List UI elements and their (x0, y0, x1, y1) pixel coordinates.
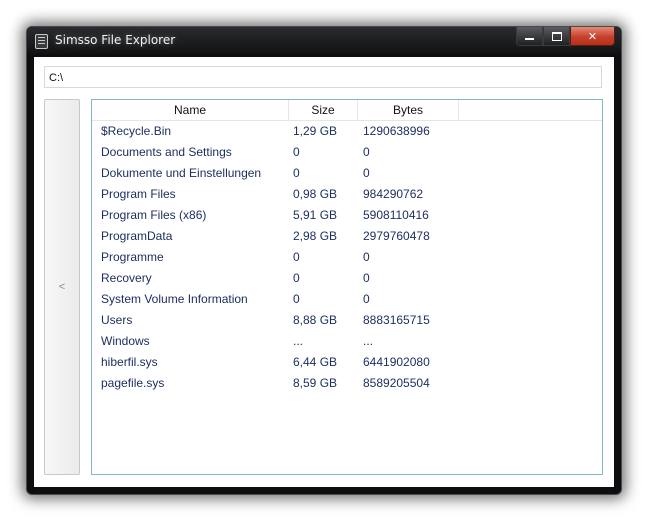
column-header-bytes[interactable]: Bytes (358, 100, 459, 120)
list-item[interactable]: Program Files (x86) 5,91 GB 5908110416 (92, 205, 602, 226)
maximize-icon (551, 31, 562, 41)
list-item[interactable]: Programme 0 0 (92, 247, 602, 268)
file-name: Users (101, 313, 133, 327)
file-size: 0 (293, 166, 300, 180)
file-bytes: 0 (363, 166, 370, 180)
column-header-name[interactable]: Name (92, 100, 289, 120)
file-name: hiberfil.sys (101, 355, 158, 369)
list-item[interactable]: $Recycle.Bin 1,29 GB 1290638996 (92, 121, 602, 142)
app-icon (35, 34, 48, 49)
file-size: ... (293, 334, 304, 348)
list-rows: $Recycle.Bin 1,29 GB 1290638996 Documents a… (92, 121, 602, 394)
list-item[interactable]: ProgramData 2,98 GB 2979760478 (92, 226, 602, 247)
client-area: C:\ < Name Size Bytes $Recycle.Bin 1,29 G… (34, 57, 614, 487)
file-name: Dokumente und Einstellungen (101, 166, 262, 180)
file-size: 6,44 GB (293, 355, 338, 369)
file-name: System Volume Information (101, 292, 248, 306)
path-input[interactable]: C:\ (44, 66, 602, 88)
file-bytes: 8589205504 (363, 376, 430, 390)
file-size: 5,91 GB (293, 208, 338, 222)
list-item[interactable]: Program Files 0,98 GB 984290762 (92, 184, 602, 205)
file-bytes: 5908110416 (363, 208, 429, 222)
file-bytes: 8883165715 (363, 313, 430, 327)
file-name: $Recycle.Bin (101, 124, 172, 138)
list-item[interactable]: Recovery 0 0 (92, 268, 602, 289)
file-bytes: 0 (363, 271, 370, 285)
file-name: Program Files (101, 187, 176, 201)
file-size: 0 (293, 292, 300, 306)
file-bytes: 984290762 (363, 187, 424, 201)
file-size: 8,59 GB (293, 376, 338, 390)
chevron-left-icon: < (58, 281, 66, 293)
list-item[interactable]: hiberfil.sys 6,44 GB 6441902080 (92, 352, 602, 373)
list-item[interactable]: Users 8,88 GB 8883165715 (92, 310, 602, 331)
file-bytes: 1290638996 (363, 124, 430, 138)
list-header: Name Size Bytes (92, 100, 602, 121)
list-item[interactable]: System Volume Information 0 0 (92, 289, 602, 310)
file-bytes: 6441902080 (363, 355, 430, 369)
file-size: 0 (293, 145, 300, 159)
file-name: Programme (101, 250, 164, 264)
close-button[interactable]: ✕ (570, 27, 615, 46)
list-item[interactable]: Dokumente und Einstellungen 0 0 (92, 163, 602, 184)
list-item[interactable]: pagefile.sys 8,59 GB 8589205504 (92, 373, 602, 394)
file-bytes: 2979760478 (363, 229, 430, 243)
file-size: 0 (293, 271, 300, 285)
file-bytes: 0 (363, 250, 370, 264)
file-name: Recovery (101, 271, 152, 285)
column-header-size[interactable]: Size (289, 100, 358, 120)
minimize-button[interactable] (516, 27, 543, 46)
file-list[interactable]: Name Size Bytes $Recycle.Bin 1,29 GB 12906… (91, 99, 603, 475)
file-name: pagefile.sys (101, 376, 165, 390)
file-size: 1,29 GB (293, 124, 338, 138)
minimize-icon (525, 38, 534, 40)
maximize-button[interactable] (543, 27, 570, 46)
file-name: ProgramData (101, 229, 173, 243)
close-icon: ✕ (587, 29, 598, 43)
file-size: 8,88 GB (293, 313, 338, 327)
list-item[interactable]: Documents and Settings 0 0 (92, 142, 602, 163)
file-size: 0,98 GB (293, 187, 338, 201)
file-name: Program Files (x86) (101, 208, 207, 222)
file-name: Documents and Settings (101, 145, 232, 159)
file-bytes: 0 (363, 145, 370, 159)
list-item[interactable]: Windows...... (92, 331, 602, 352)
file-size: 2,98 GB (293, 229, 338, 243)
title-bar[interactable]: Simsso File Explorer ✕ (27, 27, 621, 54)
file-bytes: 0 (363, 292, 370, 306)
back-button[interactable]: < (44, 99, 80, 475)
file-name: Windows (101, 334, 150, 348)
app-window: Simsso File Explorer ✕ C:\ < Name Size B… (26, 26, 622, 495)
window-title: Simsso File Explorer (55, 33, 176, 47)
file-bytes: ... (363, 334, 374, 348)
file-size: 0 (293, 250, 300, 264)
caption-buttons: ✕ (516, 27, 615, 46)
